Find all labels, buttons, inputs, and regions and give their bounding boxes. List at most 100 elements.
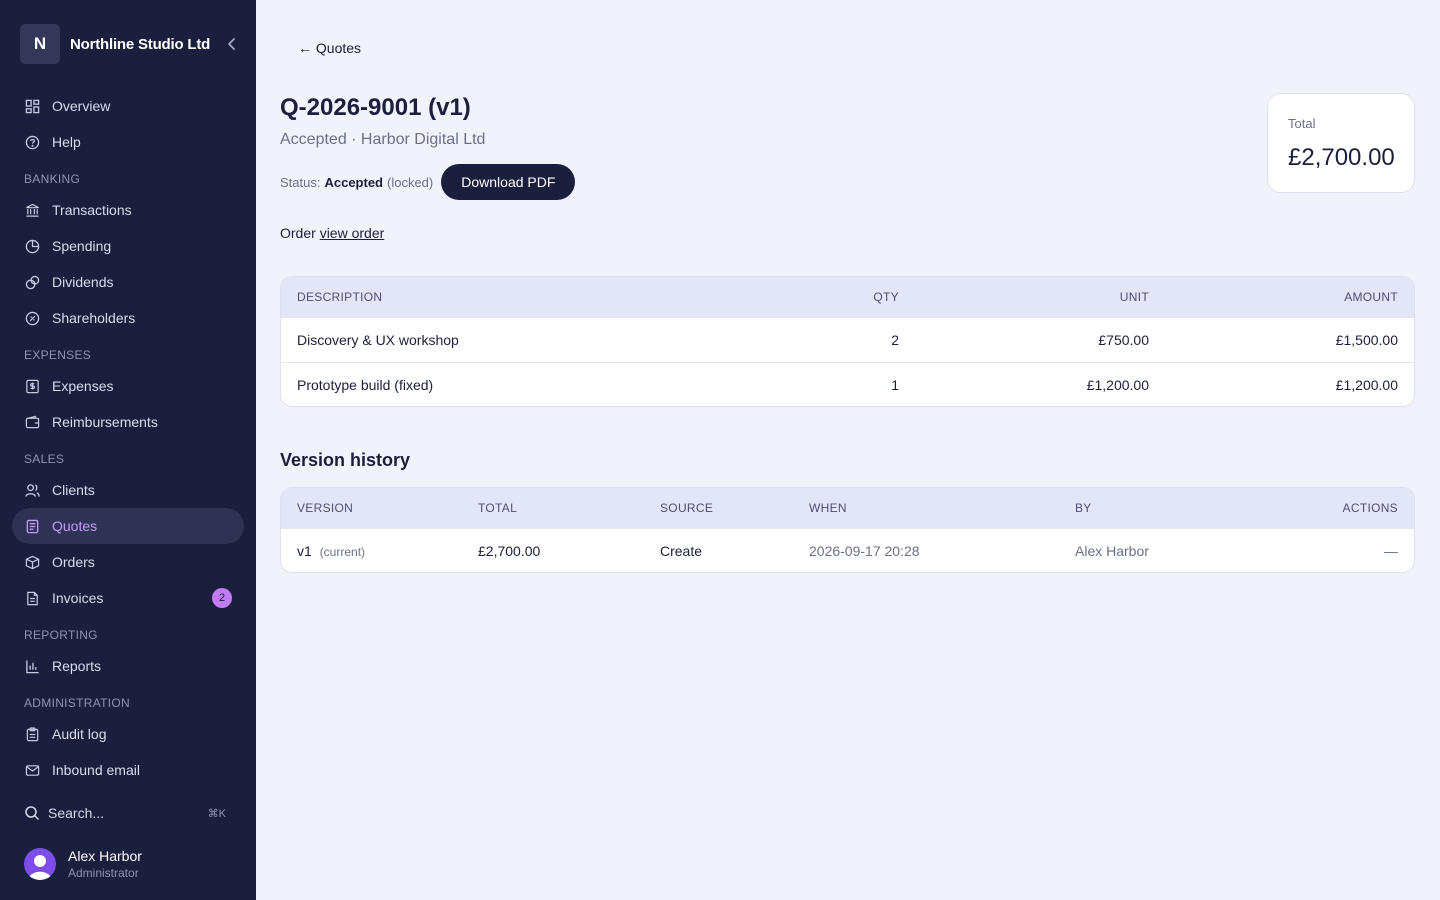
download-pdf-button[interactable]: Download PDF	[441, 164, 576, 200]
version-history-title: Version history	[280, 450, 411, 470]
item-description: Prototype build (fixed)	[297, 377, 434, 393]
version-by: Alex Harbor	[1075, 543, 1149, 559]
section-sales: SALES	[24, 452, 65, 466]
sidebar-item-clients[interactable]: Clients	[12, 472, 244, 508]
search-placeholder: Search...	[48, 805, 105, 821]
item-qty: 1	[891, 377, 899, 393]
users-icon	[24, 482, 40, 498]
sidebar-item-label: Transactions	[52, 202, 132, 218]
col-qty: QTY	[873, 290, 899, 304]
sidebar-item-label: Orders	[52, 554, 95, 570]
col-version: VERSION	[297, 501, 354, 515]
sidebar-item-expenses[interactable]: Expenses	[12, 368, 244, 404]
bar-chart-icon	[24, 658, 40, 674]
col-by: BY	[1075, 501, 1092, 515]
sidebar-item-label: Invoices	[52, 590, 104, 606]
sidebar-item-label: Inbound email	[52, 762, 140, 778]
item-amount: £1,200.00	[1335, 377, 1398, 393]
sidebar-item-reimbursements[interactable]: Reimbursements	[12, 404, 244, 440]
sidebar-item-reports[interactable]: Reports	[12, 648, 244, 684]
sidebar-item-label: Dividends	[52, 274, 114, 290]
sidebar-item-orders[interactable]: Orders	[12, 544, 244, 580]
brand: N Northline Studio Ltd	[20, 24, 248, 64]
sidebar-item-label: Shareholders	[52, 310, 136, 326]
brand-avatar: N	[20, 24, 60, 64]
line-items-table: DESCRIPTION QTY UNIT AMOUNT Discovery & …	[280, 276, 1415, 407]
item-amount: £1,500.00	[1335, 332, 1398, 348]
sidebar-search[interactable]: Search... ⌘K	[24, 802, 228, 824]
sidebar-item-label: Quotes	[52, 518, 98, 534]
col-description: DESCRIPTION	[297, 290, 383, 304]
sidebar-item-label: Overview	[52, 98, 111, 114]
col-actions: ACTIONS	[1342, 501, 1398, 515]
sidebar-item-help[interactable]: Help	[12, 124, 244, 160]
section-expenses: EXPENSES	[24, 348, 92, 362]
table-header: VERSION TOTAL SOURCE WHEN BY ACTIONS	[281, 488, 1414, 528]
total-value: £2,700.00	[1288, 144, 1395, 171]
chevron-left-icon[interactable]	[224, 36, 240, 52]
file-text-icon	[24, 590, 40, 606]
page-title: Q-2026-9001 (v1)	[280, 94, 471, 121]
item-qty: 2	[891, 332, 899, 348]
page-subtitle: Accepted · Harbor Digital Ltd	[280, 131, 486, 148]
status-prefix: Status:	[280, 174, 321, 190]
section-reporting: REPORTING	[24, 628, 98, 642]
sidebar-item-label: Spending	[52, 238, 112, 254]
invoices-count-badge: 2	[212, 588, 232, 608]
total-card: Total £2,700.00	[1267, 93, 1415, 193]
version-actions: —	[1384, 543, 1398, 559]
table-row: Discovery & UX workshop 2 £750.00 £1,500…	[281, 317, 1414, 362]
total-label: Total	[1288, 116, 1316, 131]
col-when: WHEN	[809, 501, 847, 515]
package-icon	[24, 554, 40, 570]
sidebar: N Northline Studio Ltd Overview Help BAN…	[0, 0, 256, 900]
sidebar-item-shareholders[interactable]: Shareholders	[12, 300, 244, 336]
user-name: Alex Harbor	[68, 848, 142, 864]
sidebar-item-label: Audit log	[52, 726, 107, 742]
version-history-table: VERSION TOTAL SOURCE WHEN BY ACTIONS v1 …	[280, 487, 1415, 573]
back-to-quotes-link[interactable]: ← Quotes	[298, 40, 361, 56]
version-cell: v1 (current)	[297, 543, 365, 559]
table-row: Prototype build (fixed) 1 £1,200.00 £1,2…	[281, 362, 1414, 406]
sidebar-item-quotes[interactable]: Quotes	[12, 508, 244, 544]
order-prefix: Order	[280, 225, 316, 241]
version-when: 2026-09-17 20:28	[809, 543, 920, 559]
sidebar-item-label: Expenses	[52, 378, 114, 394]
section-banking: BANKING	[24, 172, 81, 186]
user-profile[interactable]: Alex Harbor Administrator	[24, 844, 234, 884]
sidebar-item-overview[interactable]: Overview	[12, 88, 244, 124]
sidebar-item-audit-log[interactable]: Audit log	[12, 716, 244, 752]
sidebar-item-dividends[interactable]: Dividends	[12, 264, 244, 300]
item-unit: £1,200.00	[1086, 377, 1149, 393]
status-suffix: (locked)	[387, 174, 434, 190]
col-unit: UNIT	[1119, 290, 1149, 304]
quote-doc-icon	[24, 518, 40, 534]
clipboard-icon	[24, 726, 40, 742]
order-line: Order view order	[280, 225, 384, 241]
sidebar-item-label: Clients	[52, 482, 95, 498]
wallet-icon	[24, 414, 40, 430]
sidebar-item-label: Help	[52, 134, 81, 150]
col-amount: AMOUNT	[1344, 290, 1398, 304]
help-circle-icon	[24, 134, 40, 150]
sidebar-item-spending[interactable]: Spending	[12, 228, 244, 264]
grid-icon	[24, 98, 40, 114]
version-number: v1	[297, 543, 312, 559]
version-source: Create	[660, 543, 703, 559]
shareholders-icon	[24, 310, 40, 326]
view-order-link[interactable]: view order	[320, 225, 385, 241]
sidebar-item-inbound-email[interactable]: Inbound email	[12, 752, 244, 788]
sidebar-item-transactions[interactable]: Transactions	[12, 192, 244, 228]
col-total: TOTAL	[478, 501, 518, 515]
col-source: SOURCE	[660, 501, 714, 515]
mail-icon	[24, 762, 40, 778]
coins-icon	[24, 274, 40, 290]
table-header: DESCRIPTION QTY UNIT AMOUNT	[281, 277, 1414, 317]
user-role: Administrator	[68, 866, 139, 880]
search-shortcut: ⌘K	[207, 807, 226, 820]
pie-chart-icon	[24, 238, 40, 254]
sidebar-item-label: Reports	[52, 658, 102, 674]
brand-name: Northline Studio Ltd	[70, 35, 211, 53]
sidebar-item-invoices[interactable]: Invoices 2	[12, 580, 244, 616]
item-unit: £750.00	[1098, 332, 1149, 348]
